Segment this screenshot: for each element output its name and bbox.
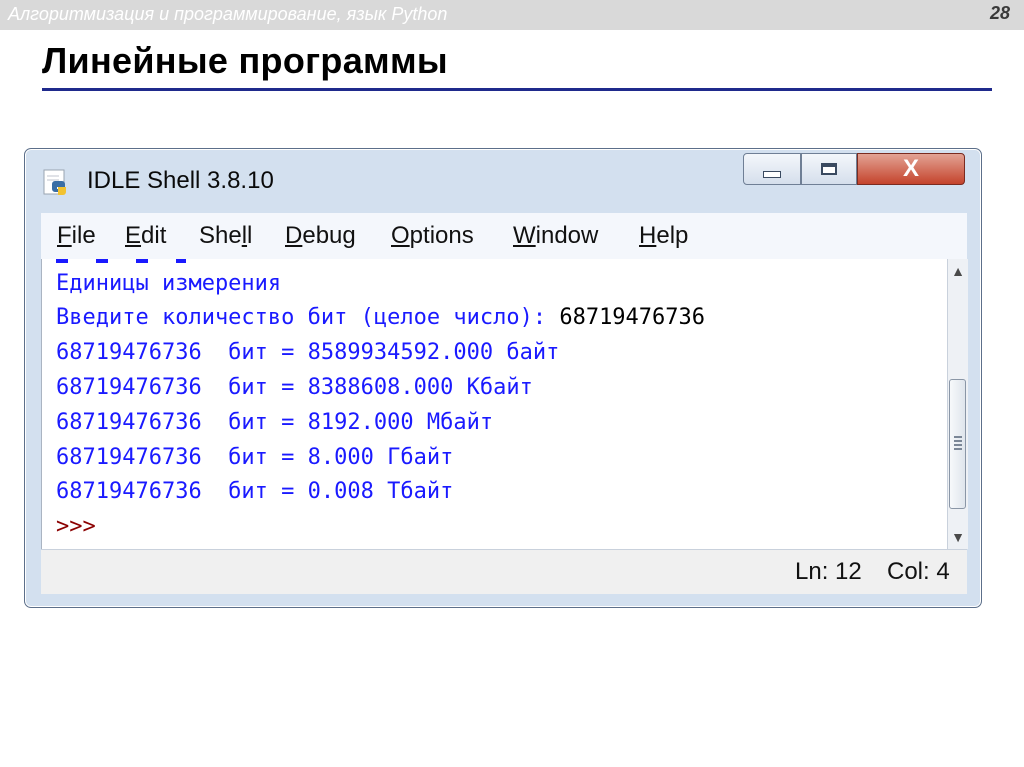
scrolled-off-text xyxy=(56,259,186,263)
shell-line: 68719476736 бит = 8.000 Гбайт xyxy=(56,445,454,470)
page-number: 28 xyxy=(989,3,1010,23)
shell-line: 68719476736 бит = 8589934592.000 байт xyxy=(56,340,560,365)
maximize-icon xyxy=(821,163,837,175)
menu-edit[interactable]: Edit xyxy=(125,222,166,250)
shell-line: Единицы измерения xyxy=(56,271,282,296)
python-idle-icon xyxy=(43,169,66,195)
input-prompt-text: Введите количество бит (целое число): xyxy=(56,305,560,330)
menu-debug[interactable]: Debug xyxy=(285,222,356,250)
shell-line: 68719476736 бит = 8192.000 Мбайт xyxy=(56,410,494,435)
menu-bar: File Edit Shell Debug Options Window Hel… xyxy=(41,213,967,260)
shell-output-area[interactable]: Единицы измерения Введите количество бит… xyxy=(41,259,948,549)
idle-shell-window: IDLE Shell 3.8.10 X File Edit Shell Debu… xyxy=(24,148,982,608)
shell-prompt: >>> xyxy=(56,514,96,539)
line-indicator: Ln: 12 xyxy=(795,558,862,585)
title-underline xyxy=(42,88,992,91)
slide-title: Линейные программы xyxy=(42,40,448,81)
course-title: Алгоритмизация и программирование, язык … xyxy=(8,4,448,24)
menu-shell[interactable]: Shell xyxy=(199,222,252,250)
vertical-scrollbar[interactable]: ▲ ▼ xyxy=(947,259,968,549)
slide-header-bar: Алгоритмизация и программирование, язык … xyxy=(0,0,1024,30)
close-button[interactable]: X xyxy=(857,153,965,185)
minimize-button[interactable] xyxy=(743,153,801,185)
minimize-icon xyxy=(763,170,781,178)
scrollbar-thumb[interactable] xyxy=(949,379,966,509)
column-indicator: Col: 4 xyxy=(887,558,950,585)
scroll-up-icon[interactable]: ▲ xyxy=(950,261,966,281)
shell-line: 68719476736 бит = 0.008 Тбайт xyxy=(56,479,454,504)
menu-window[interactable]: Window xyxy=(513,222,598,250)
window-title: IDLE Shell 3.8.10 xyxy=(87,167,274,194)
shell-line: Введите количество бит (целое число): 68… xyxy=(56,305,705,330)
shell-line: 68719476736 бит = 8388608.000 Кбайт xyxy=(56,375,533,400)
menu-help[interactable]: Help xyxy=(639,222,688,250)
menu-options[interactable]: Options xyxy=(391,222,474,250)
close-icon: X xyxy=(902,155,919,182)
menu-file[interactable]: File xyxy=(57,222,96,250)
grip-icon xyxy=(954,436,962,450)
scroll-down-icon[interactable]: ▼ xyxy=(950,527,966,547)
user-input: 68719476736 xyxy=(559,305,706,330)
maximize-button[interactable] xyxy=(801,153,857,185)
status-bar: Ln: 12 Col: 4 xyxy=(41,549,967,594)
window-titlebar[interactable]: IDLE Shell 3.8.10 X xyxy=(25,149,981,213)
